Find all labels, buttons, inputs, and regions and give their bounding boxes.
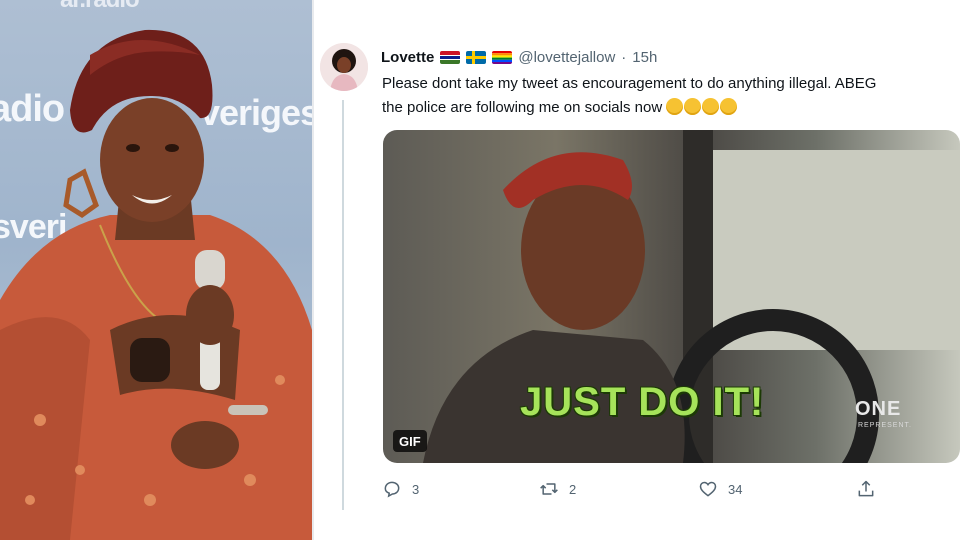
share-button[interactable] (856, 478, 876, 500)
tweet-header: Lovette @lovettejallow · 15h (381, 46, 657, 68)
tweet-time[interactable]: 15h (632, 49, 657, 66)
laughing-emoji-icon (684, 98, 702, 115)
like-button[interactable]: 34 (698, 478, 742, 500)
like-count: 34 (728, 481, 743, 497)
network-logo-tagline: REPRESENT. (858, 422, 912, 429)
retweet-count: 2 (569, 481, 577, 497)
gambia-flag-icon (440, 50, 461, 64)
laughing-emoji-icon (720, 98, 738, 115)
tweet-text-segment: the police are following me on socials n… (382, 99, 663, 116)
laughing-emoji-icon (666, 98, 684, 115)
avatar[interactable] (320, 43, 368, 91)
retweet-icon (540, 483, 558, 495)
sweden-flag-icon (466, 50, 487, 64)
speaker-illustration (0, 29, 312, 540)
share-icon (858, 480, 874, 497)
heart-icon (699, 481, 717, 497)
rainbow-flag-icon (492, 50, 513, 64)
reply-icon (384, 481, 400, 498)
reply-count: 3 (412, 481, 420, 497)
user-handle[interactable]: @lovettejallow (518, 49, 615, 66)
tweet-text: Please dont take my tweet as encourageme… (382, 72, 960, 120)
tweet-text-line: the police are following me on socials n… (382, 96, 960, 120)
separator-dot: · (621, 48, 627, 66)
laughing-emoji-icon (702, 98, 720, 115)
gif-badge: GIF (393, 430, 427, 452)
network-logo: ONE (855, 398, 902, 420)
speaker-photo: adio veriges sveri ar.radio (0, 0, 312, 540)
display-name[interactable]: Lovette (381, 49, 434, 66)
reply-button[interactable]: 3 (382, 478, 419, 500)
retweet-button[interactable]: 2 (539, 478, 576, 500)
thread-line (342, 100, 344, 510)
avatar-image (320, 43, 368, 91)
tweet-text-line: Please dont take my tweet as encourageme… (382, 75, 877, 92)
gif-caption: JUST DO IT! (520, 380, 765, 424)
